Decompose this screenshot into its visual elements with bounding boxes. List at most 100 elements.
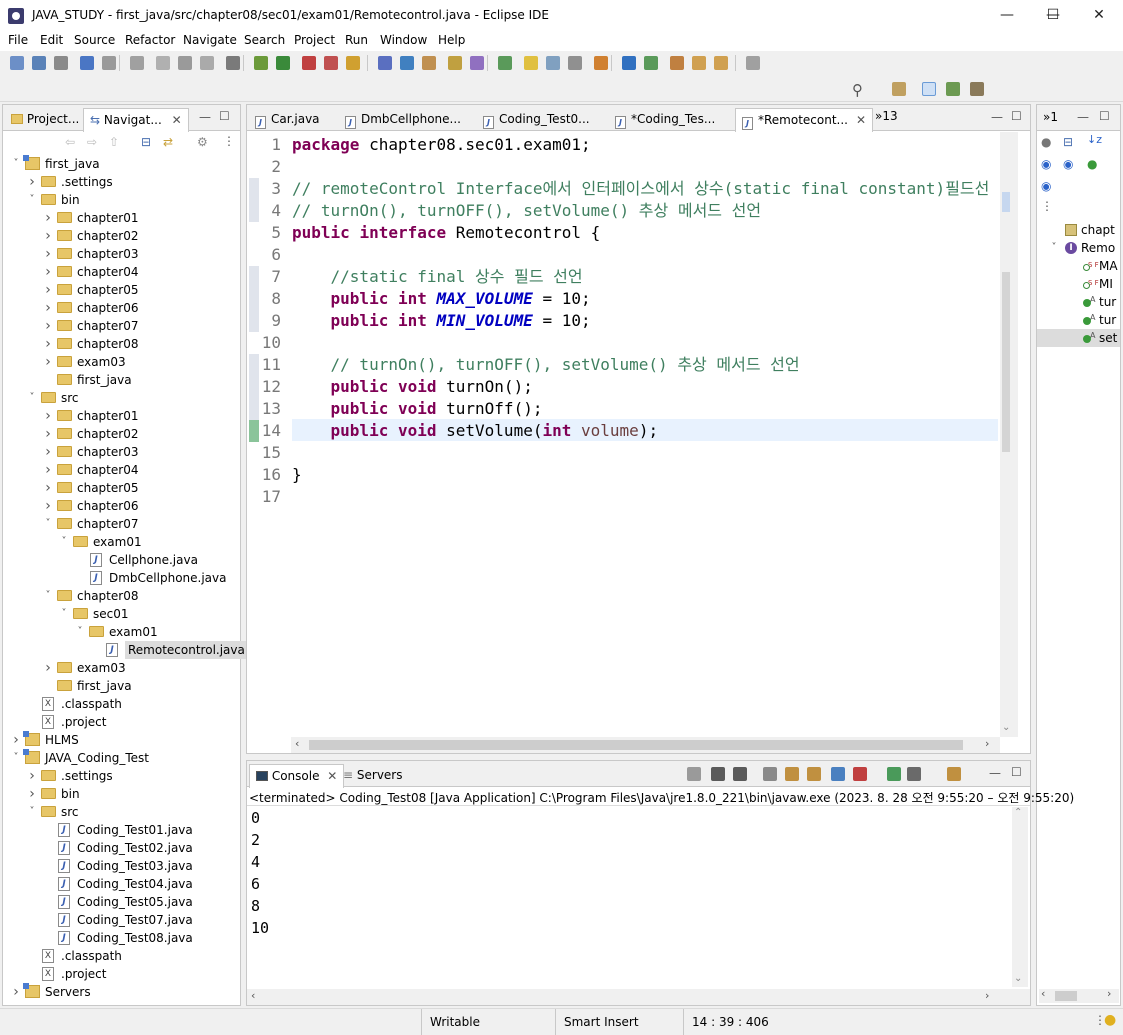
back-icon[interactable]: ⇦ xyxy=(65,135,75,149)
toolbar-button-icon[interactable] xyxy=(102,56,116,70)
tree-item[interactable]: › chapter06 xyxy=(3,299,240,317)
outline-item[interactable]: Atur xyxy=(1037,293,1120,311)
window-minimize-button[interactable]: — xyxy=(984,0,1030,31)
toolbar-button-icon[interactable] xyxy=(324,56,338,70)
h-scroll-thumb[interactable] xyxy=(309,740,963,750)
toolbar-button-icon[interactable] xyxy=(644,56,658,70)
maximize-editor-icon[interactable]: ☐ xyxy=(1011,109,1022,123)
tree-item[interactable]: › chapter06 xyxy=(3,497,240,515)
tree-item[interactable]: J Coding_Test08.java xyxy=(3,929,240,947)
tree-item[interactable]: ˅ chapter07 xyxy=(3,515,240,533)
chevron-right-icon[interactable]: › xyxy=(43,281,53,299)
tree-item[interactable]: J Remotecontrol.java xyxy=(3,641,248,659)
window-maximize-button[interactable]: ☐ xyxy=(1030,0,1076,31)
remove-all-icon[interactable] xyxy=(733,767,747,781)
toolbar-button-icon[interactable] xyxy=(670,56,684,70)
console-scroll-left-icon[interactable]: ‹ xyxy=(251,989,255,1002)
outline-item[interactable]: ˅ I Remo xyxy=(1037,239,1120,257)
search-icon[interactable]: ⚲ xyxy=(852,81,863,99)
toolbar-button-icon[interactable] xyxy=(302,56,316,70)
hide-local-icon[interactable]: ◉ xyxy=(1041,179,1051,193)
outline-item[interactable]: S F MA xyxy=(1037,257,1120,275)
menu-source[interactable]: Source xyxy=(74,33,115,47)
tree-item[interactable]: ˅ src xyxy=(3,803,240,821)
chevron-right-icon[interactable]: › xyxy=(43,227,53,245)
chevron-right-icon[interactable]: › xyxy=(11,983,21,1001)
console-horizontal-scrollbar[interactable]: ‹ › xyxy=(247,989,1030,1005)
tab-project-explorer[interactable]: Project... xyxy=(5,108,85,132)
toolbar-button-icon[interactable] xyxy=(594,56,608,70)
outline-item[interactable]: Atur xyxy=(1037,311,1120,329)
toolbar-button-icon[interactable] xyxy=(276,56,290,70)
menu-project[interactable]: Project xyxy=(294,33,335,47)
tree-item[interactable]: X .project xyxy=(3,713,240,731)
toolbar-button-icon[interactable] xyxy=(10,56,24,70)
chevron-right-icon[interactable]: › xyxy=(43,497,53,515)
minimize-console-icon[interactable]: — xyxy=(989,766,1001,780)
tree-item[interactable]: › chapter07 xyxy=(3,317,240,335)
editor-vertical-scrollbar[interactable]: ⌄ xyxy=(1000,132,1018,737)
editor-tab[interactable]: J Car.java xyxy=(249,108,326,132)
tree-item[interactable]: ˅ sec01 xyxy=(3,605,240,623)
tab-console[interactable]: Console ✕ xyxy=(249,764,345,788)
code-editor[interactable]: package chapter08.sec01.exam01; // remote… xyxy=(292,134,998,734)
tree-item[interactable]: J Cellphone.java xyxy=(3,551,240,569)
chevron-right-icon[interactable]: › xyxy=(43,425,53,443)
link-editor-icon[interactable]: ⇄ xyxy=(163,135,173,149)
tree-item[interactable]: J Coding_Test05.java xyxy=(3,893,240,911)
tree-item[interactable]: J Coding_Test04.java xyxy=(3,875,240,893)
toolbar-button-icon[interactable] xyxy=(378,56,392,70)
chevron-right-icon[interactable]: › xyxy=(43,317,53,335)
scroll-left-icon[interactable]: ‹ xyxy=(295,737,299,750)
toolbar-button-icon[interactable] xyxy=(178,56,192,70)
git-perspective-icon[interactable] xyxy=(970,82,984,96)
chevron-right-icon[interactable]: › xyxy=(43,299,53,317)
toolbar-button-icon[interactable] xyxy=(498,56,512,70)
outline-scroll-left-icon[interactable]: ‹ xyxy=(1041,987,1045,1000)
menu-help[interactable]: Help xyxy=(438,33,465,47)
outline-item[interactable]: Aset xyxy=(1037,329,1120,347)
tree-item[interactable]: › chapter03 xyxy=(3,245,240,263)
menu-window[interactable]: Window xyxy=(380,33,427,47)
toolbar-button-icon[interactable] xyxy=(524,56,538,70)
debug-perspective-icon[interactable] xyxy=(946,82,960,96)
toolbar-button-icon[interactable] xyxy=(254,56,268,70)
sort-icon[interactable]: ↓z xyxy=(1087,133,1102,146)
hide-static-icon[interactable]: ◉ xyxy=(1063,157,1073,171)
chevron-right-icon[interactable]: › xyxy=(43,659,53,677)
tree-item[interactable]: › .settings xyxy=(3,173,240,191)
toolbar-button-icon[interactable] xyxy=(226,56,240,70)
tab-overflow[interactable]: »13 xyxy=(875,109,898,123)
chevron-right-icon[interactable]: › xyxy=(27,173,37,191)
scroll-right-icon[interactable]: › xyxy=(985,737,989,750)
view-menu-icon[interactable]: ⋮ xyxy=(223,134,235,148)
chevron-right-icon[interactable]: › xyxy=(27,785,37,803)
menu-file[interactable]: File xyxy=(8,33,28,47)
menu-navigate[interactable]: Navigate xyxy=(183,33,237,47)
collapse-all-icon[interactable]: ⊟ xyxy=(141,135,151,149)
chevron-right-icon[interactable]: › xyxy=(43,263,53,281)
tree-item[interactable]: › exam03 xyxy=(3,659,240,677)
maximize-view-icon[interactable]: ☐ xyxy=(219,109,230,123)
chevron-right-icon[interactable]: › xyxy=(11,731,21,749)
chevron-right-icon[interactable]: › xyxy=(43,407,53,425)
console-vertical-scrollbar[interactable]: ⌃ ⌄ xyxy=(1012,807,1028,987)
toolbar-button-icon[interactable] xyxy=(346,56,360,70)
menu-search[interactable]: Search xyxy=(244,33,285,47)
scroll-lock-icon[interactable] xyxy=(785,767,799,781)
new-console-icon[interactable] xyxy=(947,767,961,781)
hide-fields-icon[interactable]: ◉ xyxy=(1041,157,1051,171)
open-console-icon[interactable] xyxy=(887,767,901,781)
chevron-down-icon[interactable]: ˅ xyxy=(27,803,37,821)
tree-item[interactable]: ˅ chapter08 xyxy=(3,587,240,605)
java-perspective-icon[interactable] xyxy=(922,82,936,96)
status-insert-mode[interactable]: Smart Insert xyxy=(555,1009,683,1035)
toolbar-button-icon[interactable] xyxy=(692,56,706,70)
tree-item[interactable]: › chapter08 xyxy=(3,335,240,353)
outline-item[interactable]: chapt xyxy=(1037,221,1120,239)
maximize-console-icon[interactable]: ☐ xyxy=(1011,765,1022,779)
console-menu-icon[interactable] xyxy=(907,767,921,781)
toolbar-button-icon[interactable] xyxy=(448,56,462,70)
pin-console-icon[interactable] xyxy=(831,767,845,781)
forward-icon[interactable]: ⇨ xyxy=(87,135,97,149)
